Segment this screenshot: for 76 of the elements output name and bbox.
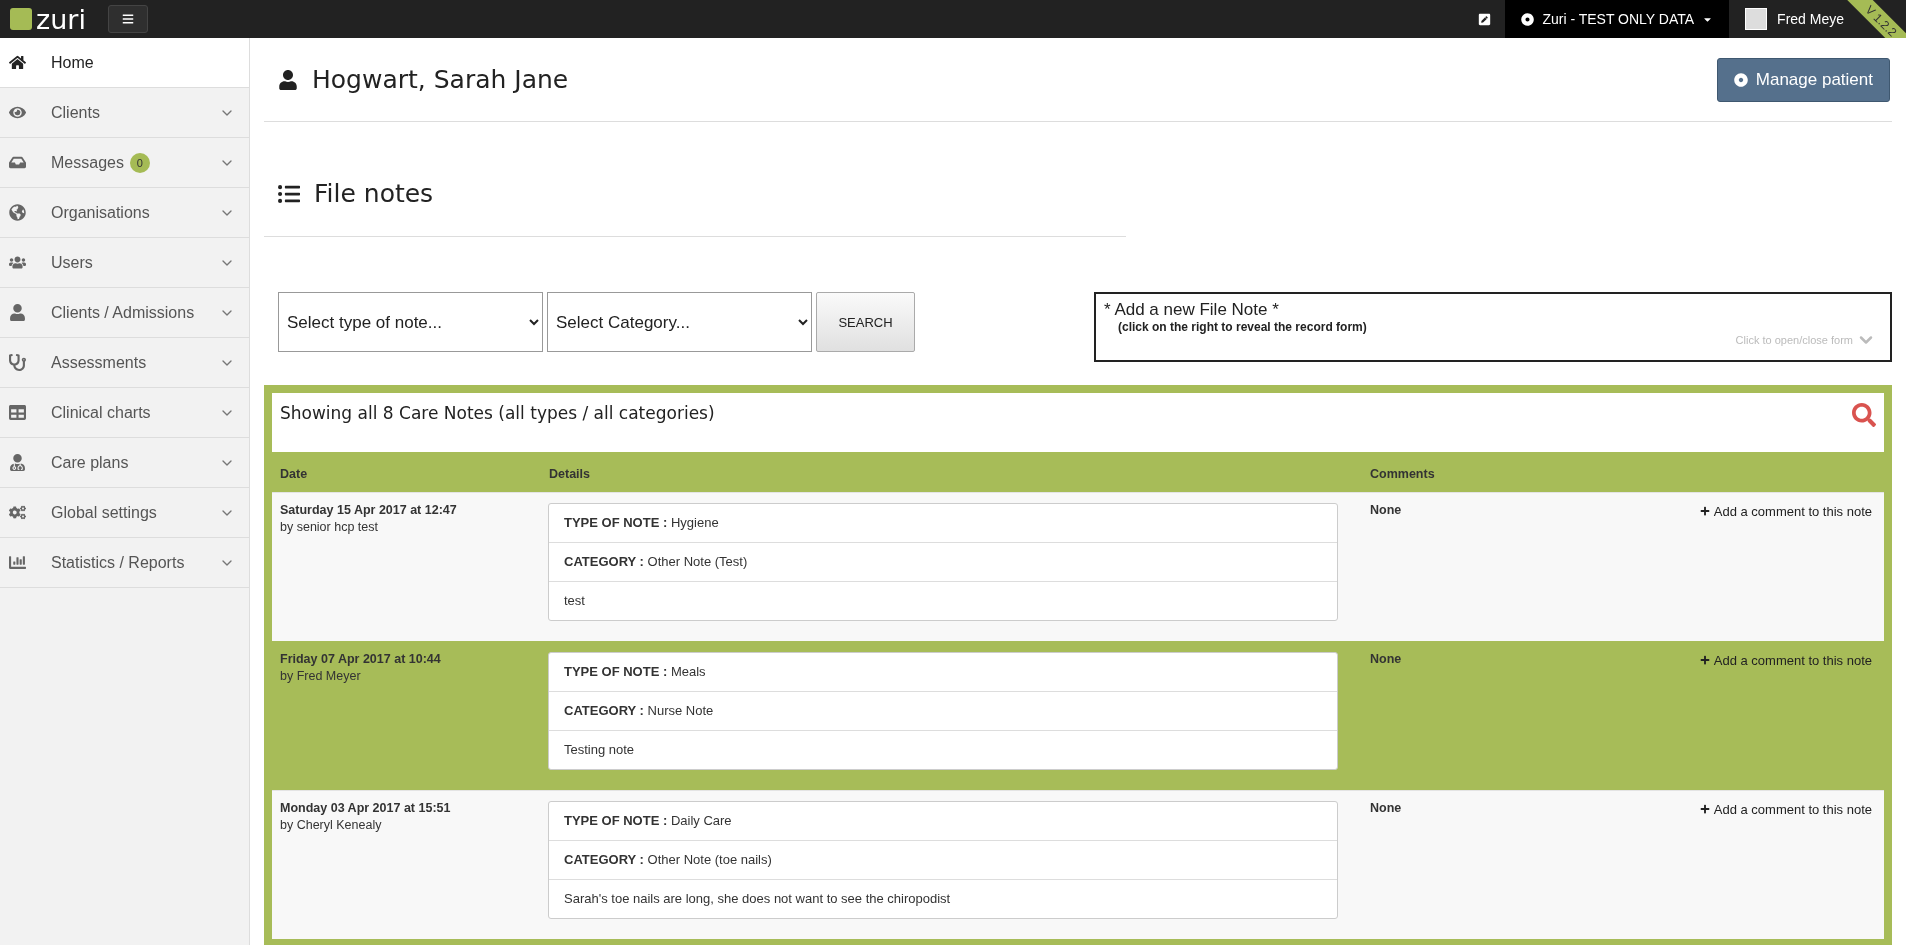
sidebar-item[interactable]: Home: [0, 38, 249, 88]
sidebar-label: Assessments: [51, 353, 147, 372]
section-title: File notes: [314, 179, 434, 208]
note-type: TYPE OF NOTE : Meals: [564, 664, 706, 679]
menu-icon: [122, 13, 134, 25]
manage-patient-button[interactable]: Manage patient: [1716, 57, 1890, 102]
logo-text: zuri: [36, 5, 86, 33]
category-select[interactable]: Select Category...: [547, 292, 812, 352]
user-menu[interactable]: Fred Meye: [1729, 8, 1848, 30]
note-date: Friday 07 Apr 2017 at 10:44: [280, 652, 442, 666]
count-badge: 0: [129, 152, 150, 173]
add-note-title: * Add a new File Note *: [1104, 300, 1280, 320]
edit-icon[interactable]: [1478, 12, 1492, 26]
sidebar-icon: [9, 204, 26, 221]
plus-icon: [1699, 804, 1710, 814]
add-note-panel[interactable]: * Add a new File Note * (click on the right to reveal the record form) Click to open/close form: [1094, 292, 1892, 362]
list-icon: [278, 182, 300, 205]
sidebar-label: Clinical charts: [51, 403, 151, 422]
note-author: by Fred Meyer: [280, 669, 362, 683]
column-header: Details: [549, 467, 590, 481]
column-header: Date: [280, 467, 308, 481]
add-comment-link[interactable]: Add a comment to this note: [1699, 652, 1872, 668]
column-header: Comments: [1370, 467, 1435, 481]
sidebar-label: Organisations: [51, 203, 150, 222]
sidebar-icon: [9, 554, 26, 571]
sidebar-icon: [9, 304, 26, 321]
note-type: TYPE OF NOTE : Hygiene: [564, 515, 719, 530]
plus-icon: [1699, 655, 1710, 665]
note-text: Sarah's toe nails are long, she does not want to see the chiropodist: [564, 891, 951, 906]
person-icon: [278, 69, 298, 90]
note-comments: None: [1370, 503, 1402, 519]
sidebar-label: Home: [51, 53, 94, 72]
sidebar-icon: [9, 54, 26, 71]
sidebar-icon: [9, 404, 26, 421]
add-comment-link[interactable]: Add a comment to this note: [1699, 503, 1872, 519]
search-icon[interactable]: [1852, 403, 1876, 427]
patient-name-text: Hogwart, Sarah Jane: [312, 65, 569, 94]
note-comments: None: [1370, 652, 1402, 668]
note-date: Monday 03 Apr 2017 at 15:51: [280, 801, 452, 815]
search-button[interactable]: SEARCH: [816, 292, 915, 352]
sidebar-label: Statistics / Reports: [51, 553, 185, 572]
sidebar-icon: [9, 104, 26, 121]
note-text: test: [564, 593, 585, 608]
sidebar-label: Messages: [51, 153, 124, 172]
note-type: TYPE OF NOTE : Daily Care: [564, 813, 732, 828]
note-category: CATEGORY : Other Note (toe nails): [564, 852, 772, 867]
note-category: CATEGORY : Nurse Note: [564, 703, 714, 718]
note-comments: None: [1370, 801, 1402, 817]
add-note-hint: (click on the right to reveal the record form): [1117, 320, 1368, 334]
menu-button[interactable]: [108, 5, 148, 33]
toggle-hint: Click to open/close form: [1735, 334, 1853, 346]
note-type-select[interactable]: Select type of note...: [278, 292, 543, 352]
note-date: Saturday 15 Apr 2017 at 12:47: [280, 503, 458, 517]
target-icon: [1521, 12, 1535, 26]
sidebar-icon: [9, 454, 26, 471]
sidebar-label: Global settings: [51, 503, 157, 522]
target-icon: [1733, 72, 1748, 87]
zuri-logo[interactable]: zuri: [0, 5, 108, 33]
avatar: [1745, 8, 1768, 30]
note-author: by Cheryl Kenealy: [280, 818, 383, 832]
sidebar-label: Care plans: [51, 453, 129, 472]
sidebar-icon: [9, 154, 26, 171]
logo-mark-icon: [10, 8, 32, 30]
note-text: Testing note: [564, 742, 635, 757]
note-category: CATEGORY : Other Note (Test): [564, 554, 748, 569]
plus-icon: [1699, 506, 1710, 516]
environment-dropdown[interactable]: Zuri - TEST ONLY DATA: [1505, 0, 1730, 38]
add-comment-link[interactable]: Add a comment to this note: [1699, 801, 1872, 817]
sidebar-label: Clients / Admissions: [51, 303, 195, 322]
notes-summary: Showing all 8 Care Notes (all types / all categories): [280, 403, 715, 425]
sidebar-icon: [9, 354, 26, 371]
sidebar-icon: [9, 254, 26, 271]
sidebar-label: Users: [51, 253, 93, 272]
sidebar-icon: [9, 504, 26, 521]
sidebar-label: Clients: [51, 103, 100, 122]
note-author: by senior hcp test: [280, 520, 379, 534]
